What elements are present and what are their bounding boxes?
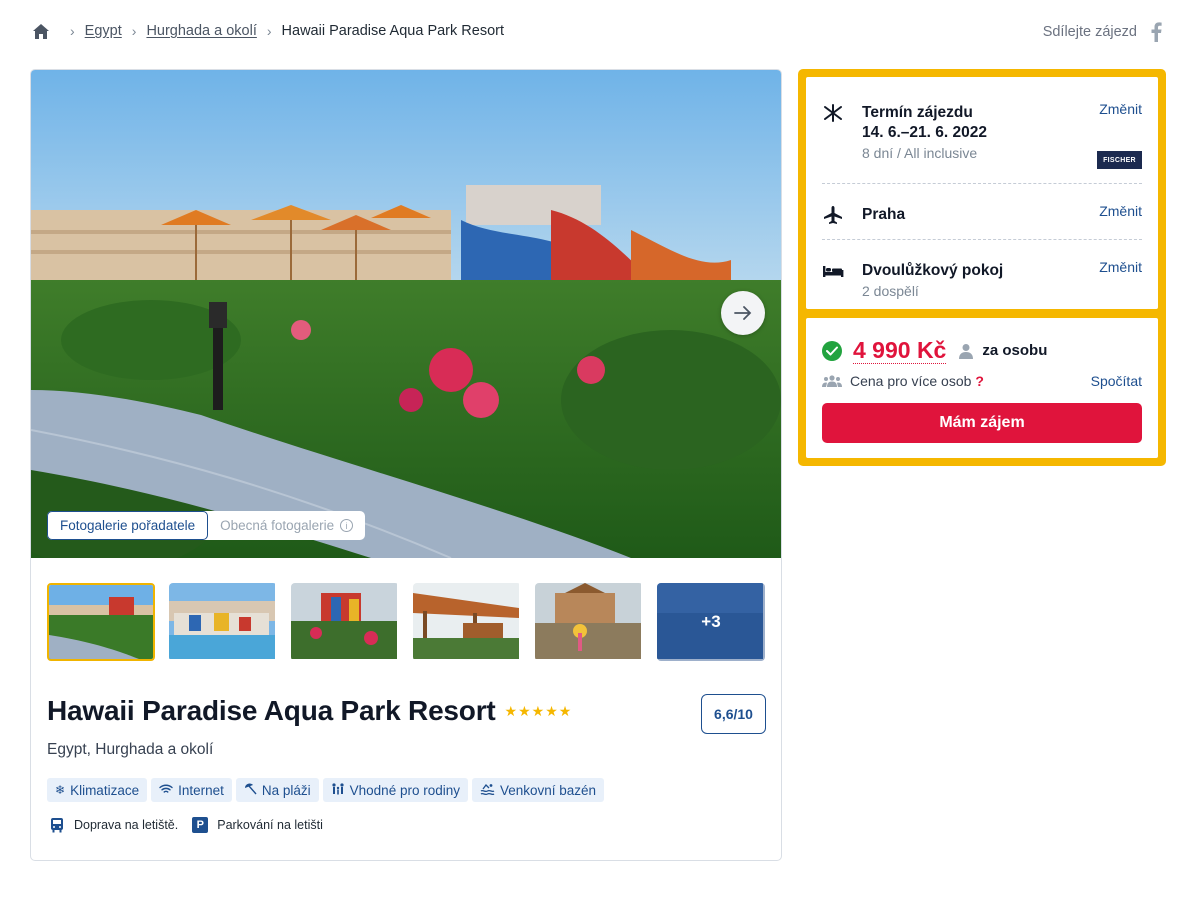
- star-rating: ★★★★★: [504, 702, 573, 719]
- breadcrumb-link-hurghada[interactable]: Hurghada a okolí: [146, 23, 256, 39]
- price-row: 4 990 Kč za osobu: [822, 337, 1047, 364]
- tag-rodiny: Vhodné pro rodiny: [322, 778, 468, 802]
- wifi-icon: [159, 783, 173, 797]
- thumbnail-more[interactable]: +3: [657, 583, 765, 661]
- change-departure-link[interactable]: Změnit: [1099, 203, 1142, 219]
- hotel-title-row: Hawaii Paradise Aqua Park Resort ★★★★★: [47, 695, 572, 727]
- hotel-card: Fotogalerie pořadatele Obecná fotogaleri…: [30, 69, 782, 861]
- tag-na-plazi: Na pláži: [235, 778, 319, 802]
- per-person-label: za osobu: [982, 342, 1048, 359]
- tab-organizer-gallery[interactable]: Fotogalerie pořadatele: [47, 511, 209, 540]
- booking-panel: Termín zájezdu 14. 6.–21. 6. 2022 8 dní …: [798, 69, 1166, 466]
- term-sub: 8 dní / All inclusive: [862, 145, 978, 161]
- home-icon[interactable]: [32, 22, 50, 40]
- beach-umbrella-icon: [244, 782, 257, 798]
- bed-icon: [822, 261, 844, 281]
- hotel-name: Hawaii Paradise Aqua Park Resort: [47, 695, 496, 726]
- divider: [822, 239, 1142, 240]
- thumbnail-4[interactable]: [413, 583, 521, 661]
- sun-palm-icon: [822, 103, 844, 123]
- amenity-tags: ❄ Klimatizace Internet Na pláži Vhodné p…: [47, 778, 605, 802]
- facebook-icon[interactable]: [1149, 21, 1163, 43]
- multi-person-label: Cena pro více osob: [850, 373, 972, 389]
- room-occupancy: 2 dospělí: [862, 283, 919, 299]
- thumbnail-5[interactable]: [535, 583, 643, 661]
- term-text: Termín zájezdu 14. 6.–21. 6. 2022 8 dní …: [862, 103, 987, 161]
- parking-icon: P: [192, 817, 209, 833]
- tag-label: Klimatizace: [70, 782, 140, 798]
- thumbnail-2[interactable]: [169, 583, 277, 661]
- chevron-right-icon: ›: [266, 23, 272, 39]
- price-box: 4 990 Kč za osobu Cena pro více osob ? S…: [806, 318, 1158, 458]
- term-dates: 14. 6.–21. 6. 2022: [862, 124, 987, 141]
- snowflake-icon: ❄: [55, 783, 66, 797]
- family-icon: [331, 782, 345, 798]
- tab-general-gallery-label: Obecná fotogalerie: [220, 518, 335, 533]
- chevron-right-icon: ›: [70, 23, 75, 39]
- thumbnail-strip: +3: [47, 583, 765, 661]
- tag-label: Vhodné pro rodiny: [349, 782, 460, 798]
- help-icon[interactable]: ?: [975, 373, 984, 389]
- share-label: Sdílejte zájezd: [1042, 24, 1137, 40]
- divider: [822, 183, 1142, 184]
- person-icon: [958, 343, 974, 359]
- chevron-right-icon: ›: [131, 23, 137, 39]
- tag-label: Na pláži: [261, 782, 311, 798]
- service-airport-transfer: Doprava na letiště.: [49, 817, 178, 833]
- multi-person-row: Cena pro více osob ?: [822, 373, 984, 389]
- breadcrumb-current: Hawaii Paradise Aqua Park Resort: [281, 23, 504, 39]
- interest-button[interactable]: Mám zájem: [822, 403, 1142, 443]
- change-term-link[interactable]: Změnit: [1099, 101, 1142, 117]
- group-icon: [822, 375, 842, 387]
- service-airport-parking: P Parkování na letišti: [192, 817, 323, 833]
- departure-city: Praha: [862, 206, 906, 223]
- tag-klimatizace: ❄ Klimatizace: [47, 778, 148, 802]
- tag-label: Internet: [178, 782, 224, 798]
- hotel-location: Egypt, Hurghada a okolí: [47, 741, 214, 758]
- more-photos-count: +3: [657, 583, 765, 661]
- share-link[interactable]: Sdílejte zájezd: [1043, 21, 1163, 43]
- arrow-right-icon: [734, 306, 752, 320]
- breadcrumb-link-egypt[interactable]: Egypt: [85, 23, 122, 39]
- airplane-icon: [822, 205, 844, 225]
- pool-icon: [480, 783, 495, 798]
- review-score-badge[interactable]: 6,6/10: [701, 694, 766, 734]
- tab-general-gallery[interactable]: Obecná fotogalerie i: [208, 511, 365, 540]
- room-type: Dvoulůžkový pokoj: [862, 262, 1004, 279]
- trip-details: Termín zájezdu 14. 6.–21. 6. 2022 8 dní …: [806, 77, 1158, 309]
- service-label: Parkování na letišti: [217, 818, 323, 832]
- next-photo-button[interactable]: [721, 291, 765, 335]
- breadcrumb: › Egypt › Hurghada a okolí › Hawaii Para…: [32, 21, 504, 41]
- term-title: Termín zájezdu: [862, 104, 973, 121]
- tag-bazen: Venkovní bazén: [471, 778, 605, 802]
- thumbnail-1[interactable]: [47, 583, 155, 661]
- room-text: Dvoulůžkový pokoj 2 dospělí: [862, 261, 1003, 299]
- services-row: Doprava na letiště. P Parkování na letiš…: [49, 817, 337, 833]
- info-icon: i: [340, 519, 354, 532]
- tag-label: Venkovní bazén: [499, 782, 597, 798]
- gallery-switch: Fotogalerie pořadatele Obecná fotogaleri…: [47, 511, 366, 540]
- bus-icon: [49, 817, 65, 833]
- service-label: Doprava na letiště.: [74, 818, 179, 832]
- per-person: za osobu: [958, 342, 1047, 359]
- change-room-link[interactable]: Změnit: [1099, 259, 1142, 275]
- check-icon: [822, 340, 842, 361]
- price[interactable]: 4 990 Kč: [853, 337, 947, 364]
- calculate-link[interactable]: Spočítat: [1091, 373, 1142, 389]
- departure-text: Praha: [862, 205, 905, 225]
- thumbnail-3[interactable]: [291, 583, 399, 661]
- operator-logo: FISCHER: [1097, 151, 1142, 169]
- tag-internet: Internet: [151, 778, 232, 802]
- hero-photo[interactable]: Fotogalerie pořadatele Obecná fotogaleri…: [31, 70, 781, 558]
